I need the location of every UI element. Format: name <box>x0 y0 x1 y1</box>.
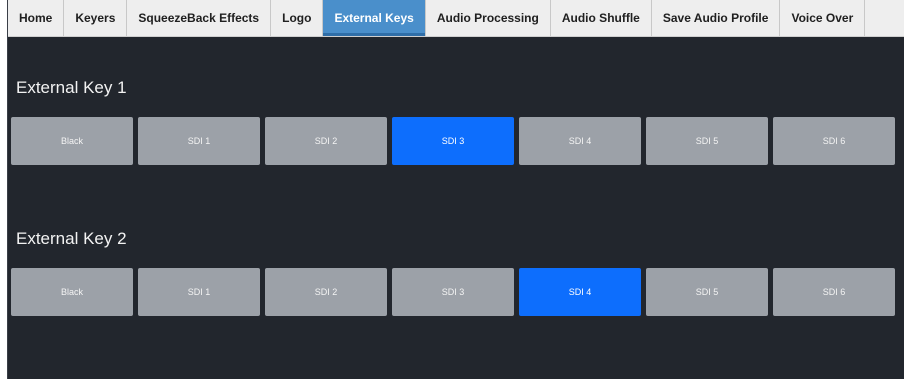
external-keys-panel: Home Keyers SqueezeBack Effects Logo Ext… <box>7 0 904 379</box>
tab-home[interactable]: Home <box>8 0 65 36</box>
tab-external-keys[interactable]: External Keys <box>323 0 426 36</box>
key1-source-sdi5-button[interactable]: SDI 5 <box>646 117 768 165</box>
external-key-1-title: External Key 1 <box>16 78 127 97</box>
tab-voice-over[interactable]: Voice Over <box>780 0 866 36</box>
external-key-2-title: External Key 2 <box>16 229 127 248</box>
key2-source-sdi4-button[interactable]: SDI 4 <box>519 268 641 316</box>
key2-source-sdi6-button[interactable]: SDI 6 <box>773 268 895 316</box>
key1-source-sdi2-button[interactable]: SDI 2 <box>265 117 387 165</box>
tab-audio-processing[interactable]: Audio Processing <box>426 0 551 36</box>
tab-save-audio-profile[interactable]: Save Audio Profile <box>652 0 781 36</box>
tab-logo[interactable]: Logo <box>271 0 324 36</box>
key2-source-sdi5-button[interactable]: SDI 5 <box>646 268 768 316</box>
key1-source-black-button[interactable]: Black <box>11 117 133 165</box>
tab-squeezeback-effects[interactable]: SqueezeBack Effects <box>127 0 272 36</box>
key2-source-black-button[interactable]: Black <box>11 268 133 316</box>
tab-keyers[interactable]: Keyers <box>64 0 128 36</box>
key1-source-sdi3-button[interactable]: SDI 3 <box>392 117 514 165</box>
key2-source-sdi2-button[interactable]: SDI 2 <box>265 268 387 316</box>
key2-source-sdi1-button[interactable]: SDI 1 <box>138 268 260 316</box>
tab-bar: Home Keyers SqueezeBack Effects Logo Ext… <box>8 0 904 37</box>
key1-source-sdi4-button[interactable]: SDI 4 <box>519 117 641 165</box>
key1-source-sdi1-button[interactable]: SDI 1 <box>138 117 260 165</box>
key2-source-sdi3-button[interactable]: SDI 3 <box>392 268 514 316</box>
external-key-2-source-row: Black SDI 1 SDI 2 SDI 3 SDI 4 SDI 5 SDI … <box>11 268 901 316</box>
external-key-1-source-row: Black SDI 1 SDI 2 SDI 3 SDI 4 SDI 5 SDI … <box>11 117 901 165</box>
tab-audio-shuffle[interactable]: Audio Shuffle <box>551 0 652 36</box>
key1-source-sdi6-button[interactable]: SDI 6 <box>773 117 895 165</box>
